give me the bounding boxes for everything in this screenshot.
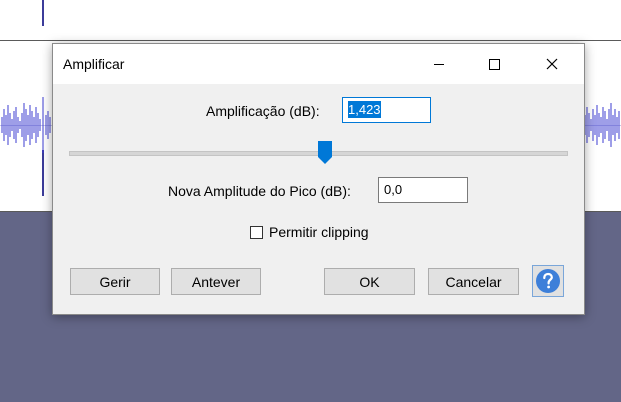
ok-button[interactable]: OK: [324, 268, 415, 295]
preview-button[interactable]: Antever: [171, 268, 261, 295]
peak-amplitude-value: 0,0: [384, 182, 403, 197]
maximize-icon: [489, 59, 500, 70]
maximize-button[interactable]: [471, 44, 517, 84]
dialog-titlebar[interactable]: Amplificar: [53, 44, 584, 84]
help-button[interactable]: [532, 265, 564, 297]
peak-amplitude-label: Nova Amplitude do Pico (dB):: [168, 183, 351, 199]
close-button[interactable]: [529, 44, 575, 84]
playback-cursor-lower: [42, 150, 44, 196]
peak-amplitude-input[interactable]: 0,0: [378, 177, 468, 203]
minimize-icon: [434, 64, 444, 65]
amplify-dialog: Amplificar Amplificação (dB): 1,423 Nova…: [52, 43, 585, 315]
track-border-top: [0, 40, 621, 41]
amplification-value: 1,423: [348, 101, 381, 118]
playback-cursor: [42, 0, 44, 26]
amplification-input[interactable]: 1,423: [342, 97, 431, 123]
waveform-left: [1, 97, 51, 153]
manage-button[interactable]: Gerir: [70, 268, 160, 295]
allow-clipping-label[interactable]: Permitir clipping: [269, 224, 369, 240]
amplification-label: Amplificação (dB):: [206, 103, 320, 119]
minimize-button[interactable]: [416, 44, 462, 84]
close-icon: [546, 58, 558, 70]
slider-thumb[interactable]: [317, 140, 333, 165]
cancel-button[interactable]: Cancelar: [428, 268, 519, 295]
waveform-right: [584, 103, 620, 147]
help-icon: [536, 269, 560, 293]
allow-clipping-checkbox[interactable]: [250, 226, 263, 239]
dialog-title: Amplificar: [63, 56, 125, 72]
